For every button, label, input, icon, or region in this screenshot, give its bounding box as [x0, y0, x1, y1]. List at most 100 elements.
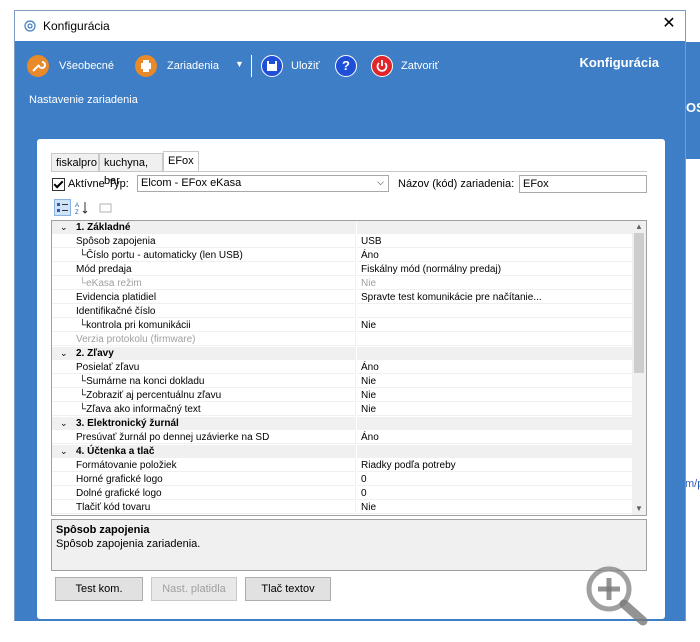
device-settings-panel: fiskalpro kuchyna, bar EFox Aktívne Typ:…: [37, 139, 665, 619]
category-label: 1. Základné: [76, 222, 131, 233]
payment-settings-button[interactable]: Nast. platidla: [151, 577, 237, 601]
property-grid-toolbar: AZ: [51, 197, 647, 219]
scroll-up-icon[interactable]: ▲: [632, 221, 646, 233]
property-label: Verzia protokolu (firmware): [76, 334, 196, 345]
power-icon: [371, 55, 393, 77]
alphabetical-view-button[interactable]: AZ: [73, 199, 90, 216]
collapse-chevron-icon[interactable]: ⌄: [60, 347, 68, 360]
property-row[interactable]: Spôsob zapojenia USB: [52, 235, 632, 249]
property-value-cell[interactable]: [357, 333, 632, 346]
printer-icon: [135, 55, 157, 77]
property-value-cell[interactable]: Nie: [357, 501, 632, 514]
property-row[interactable]: └Zobraziť aj percentuálnu zľavu Nie: [52, 389, 632, 403]
zoom-in-icon[interactable]: [583, 563, 663, 633]
property-name-cell: ⌄ 1. Základné: [52, 221, 356, 234]
property-row[interactable]: Dolné grafické logo 0: [52, 487, 632, 501]
property-category[interactable]: ⌄ 2. Zľavy: [52, 347, 632, 361]
scroll-down-icon[interactable]: ▼: [632, 503, 646, 515]
property-value-cell[interactable]: Riadky podľa potreby: [357, 459, 632, 472]
property-label: └kontrola pri komunikácii: [79, 320, 191, 331]
device-type-select[interactable]: Elcom - EFox eKasa ⌵: [137, 175, 389, 192]
property-value-cell[interactable]: Nie: [357, 403, 632, 416]
property-row[interactable]: Mód predaja Fiskálny mód (normálny predaj…: [52, 263, 632, 277]
property-row[interactable]: Presúvať žurnál po dennej uzávierke na S…: [52, 431, 632, 445]
property-label: Posielať zľavu: [76, 362, 140, 373]
property-pages-button[interactable]: [97, 199, 114, 216]
collapse-chevron-icon[interactable]: ⌄: [60, 445, 68, 458]
property-row[interactable]: └Číslo portu - automaticky (len USB) Áno: [52, 249, 632, 263]
property-value: Nie: [361, 320, 377, 331]
property-value-cell: [357, 445, 632, 458]
property-grid-scrollbar[interactable]: ▲ ▼: [632, 221, 646, 515]
property-name-cell: Identifikačné číslo: [52, 305, 356, 318]
property-name-cell: Spôsob zapojenia: [52, 235, 356, 248]
chevron-down-icon[interactable]: ▼: [235, 59, 244, 69]
scrollbar-thumb[interactable]: [634, 233, 644, 373]
property-name-cell: └Číslo portu - automaticky (len USB): [52, 249, 356, 262]
property-value-cell[interactable]: Fiskálny mód (normálny predaj): [357, 263, 632, 276]
property-value: Áno: [361, 250, 379, 261]
devices-button[interactable]: Zariadenia ▼: [135, 55, 245, 81]
property-value-cell[interactable]: Áno: [357, 431, 632, 444]
page-subtitle: Nastavenie zariadenia: [29, 94, 138, 106]
property-value-cell[interactable]: Nie: [357, 277, 632, 290]
property-label: Evidencia platidiel: [76, 292, 157, 303]
print-texts-button[interactable]: Tlač textov: [245, 577, 331, 601]
property-value-cell[interactable]: Nie: [357, 375, 632, 388]
test-communication-button[interactable]: Test kom.: [55, 577, 143, 601]
general-button[interactable]: Všeobecné: [27, 55, 127, 81]
device-name-value: EFox: [523, 178, 549, 190]
tab-fiskalpro[interactable]: fiskalpro: [51, 153, 99, 171]
property-value-cell[interactable]: 0: [357, 487, 632, 500]
property-value-cell[interactable]: USB: [357, 235, 632, 248]
save-button[interactable]: Uložiť: [261, 55, 331, 81]
property-row[interactable]: └eKasa režim Nie: [52, 277, 632, 291]
property-pages-icon: [99, 203, 112, 213]
property-row[interactable]: Horné grafické logo 0: [52, 473, 632, 487]
property-value-cell[interactable]: Nie: [357, 319, 632, 332]
collapse-chevron-icon[interactable]: ⌄: [60, 417, 68, 430]
device-name-input[interactable]: EFox: [519, 175, 647, 193]
background-window-link: m/p: [685, 478, 700, 490]
property-row[interactable]: └kontrola pri komunikácii Nie: [52, 319, 632, 333]
property-row[interactable]: Evidencia platidiel Spravte test komuniká…: [52, 291, 632, 305]
close-button[interactable]: Zatvoriť: [371, 55, 451, 81]
property-row[interactable]: Posielať zľavu Áno: [52, 361, 632, 375]
property-value-cell[interactable]: Áno: [357, 249, 632, 262]
description-text: Spôsob zapojenia zariadenia.: [56, 538, 201, 550]
property-value: Nie: [361, 376, 377, 387]
property-category[interactable]: ⌄ 1. Základné: [52, 221, 632, 235]
property-name-cell: Mód predaja: [52, 263, 356, 276]
property-row[interactable]: Identifikačné číslo: [52, 305, 632, 319]
property-category[interactable]: ⌄ 4. Účtenka a tlač: [52, 445, 632, 459]
property-value: 0: [361, 474, 367, 485]
property-row[interactable]: Formátovanie položiek Riadky podľa potreb…: [52, 459, 632, 473]
tab-kuchyna-bar[interactable]: kuchyna, bar: [99, 153, 163, 187]
property-category[interactable]: ⌄ 3. Elektronický žurnál: [52, 417, 632, 431]
property-value-cell[interactable]: Spravte test komunikácie pre načítanie..…: [357, 291, 632, 304]
property-row[interactable]: Tlačiť kód tovaru Nie: [52, 501, 632, 515]
property-value: Riadky podľa potreby: [361, 460, 456, 471]
property-name-cell: └Sumárne na konci dokladu: [52, 375, 356, 388]
tab-efox[interactable]: EFox: [163, 151, 199, 172]
category-label: 2. Zľavy: [76, 348, 114, 359]
version-label: v.5.5.6.0: [632, 631, 671, 642]
property-value: Fiskálny mód (normálny predaj): [361, 264, 502, 275]
property-row[interactable]: └Zľava ako informačný text Nie: [52, 403, 632, 417]
toolbar-divider: [251, 55, 252, 77]
close-window-button[interactable]: ✕: [661, 16, 677, 32]
property-name-cell: Dolné grafické logo: [52, 487, 356, 500]
property-value-cell[interactable]: 0: [357, 473, 632, 486]
property-value: Nie: [361, 278, 377, 289]
property-value-cell[interactable]: [357, 305, 632, 318]
property-row[interactable]: └Sumárne na konci dokladu Nie: [52, 375, 632, 389]
property-name-cell: ⌄ 3. Elektronický žurnál: [52, 417, 356, 430]
categorized-view-button[interactable]: [54, 199, 71, 216]
type-label: Typ:: [108, 178, 129, 190]
property-value-cell[interactable]: Áno: [357, 361, 632, 374]
property-row[interactable]: Verzia protokolu (firmware): [52, 333, 632, 347]
active-checkbox[interactable]: [52, 178, 65, 191]
help-button[interactable]: ?: [335, 55, 361, 81]
collapse-chevron-icon[interactable]: ⌄: [60, 221, 68, 234]
property-value-cell[interactable]: Nie: [357, 389, 632, 402]
